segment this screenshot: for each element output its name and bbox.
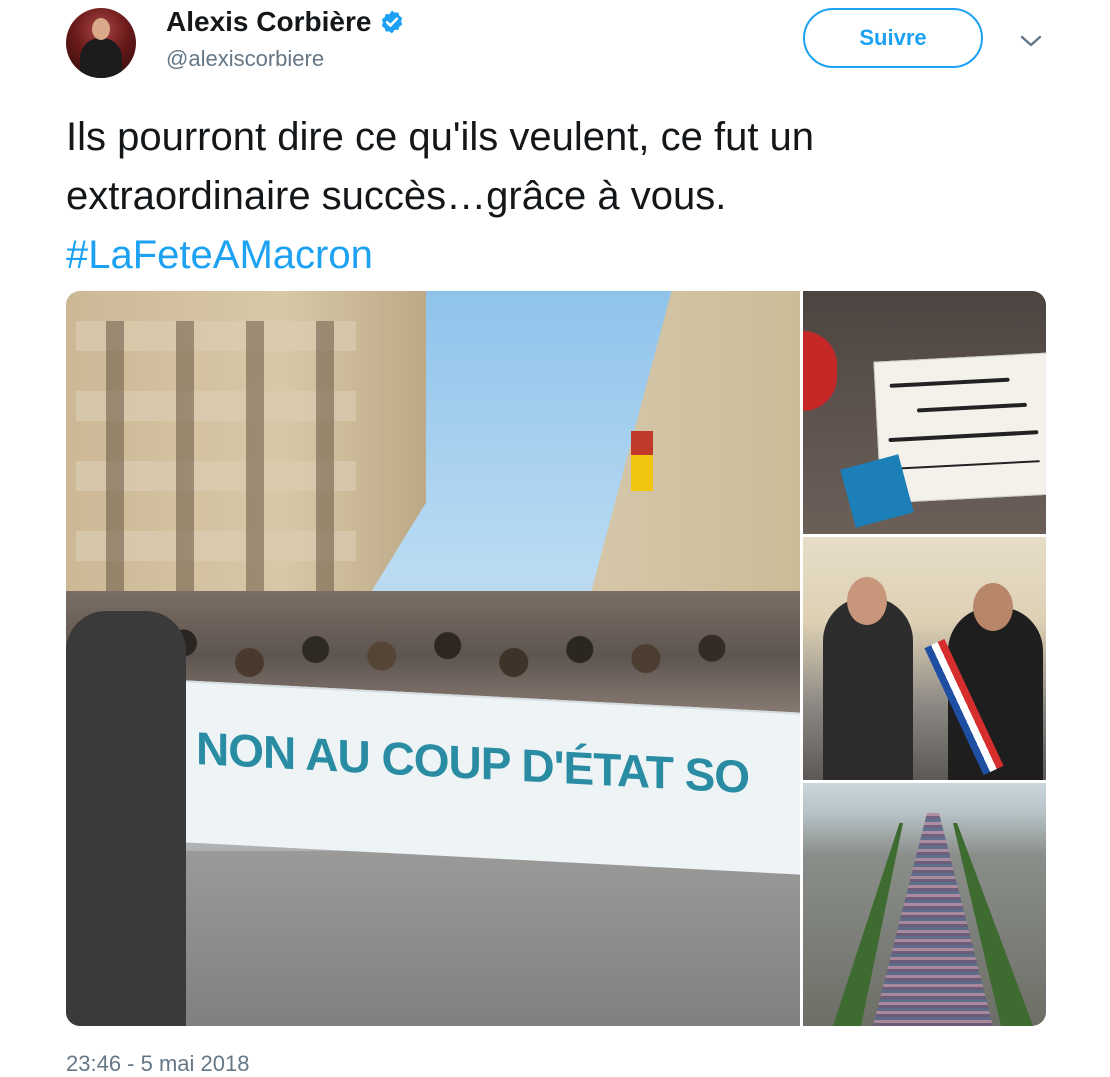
author-avatar[interactable]: [66, 8, 136, 78]
photo-red-sign: [803, 331, 837, 411]
photo-two-men[interactable]: [803, 537, 1046, 780]
tweet-text: Ils pourront dire ce qu'ils veulent, ce …: [66, 108, 1046, 285]
photo-person-foreground: [66, 611, 186, 1026]
verified-badge-icon: [382, 10, 403, 34]
follow-button[interactable]: Suivre: [803, 8, 983, 68]
photo-aerial-crowd[interactable]: [803, 783, 1046, 1026]
photo-banner: NON AU COUP D'ÉTAT SO: [166, 679, 800, 875]
author-handle[interactable]: @alexiscorbiere: [166, 46, 324, 72]
photo-protest-sign[interactable]: [803, 291, 1046, 534]
tweet-timestamp[interactable]: 23:46 - 5 mai 2018: [66, 1051, 249, 1077]
photo-man-left-head: [847, 577, 887, 625]
avatar-figure-body: [80, 38, 122, 78]
photo-flag: [631, 431, 653, 491]
avatar-figure-head: [92, 18, 110, 40]
tweet-text-line: Ils pourront dire ce qu'ils veulent, ce …: [66, 115, 815, 159]
author-name[interactable]: Alexis Corbière: [166, 6, 371, 38]
author-name-row[interactable]: Alexis Corbière: [166, 6, 405, 38]
photo-man-right-head: [973, 583, 1013, 631]
photo-windows: [76, 321, 356, 601]
media-grid: NON AU COUP D'ÉTAT SO: [66, 291, 1046, 1026]
photo-march-banner[interactable]: NON AU COUP D'ÉTAT SO: [66, 291, 800, 1026]
hashtag-link[interactable]: #LaFeteAMacron: [66, 226, 1046, 285]
chevron-down-icon: [1020, 35, 1042, 47]
banner-text: NON AU COUP D'ÉTAT SO: [196, 721, 750, 803]
tweet-text-line: extraordinaire succès…grâce à vous.: [66, 174, 727, 218]
photo-avenue-crowd: [873, 813, 993, 1026]
more-options-button[interactable]: [1018, 28, 1044, 54]
